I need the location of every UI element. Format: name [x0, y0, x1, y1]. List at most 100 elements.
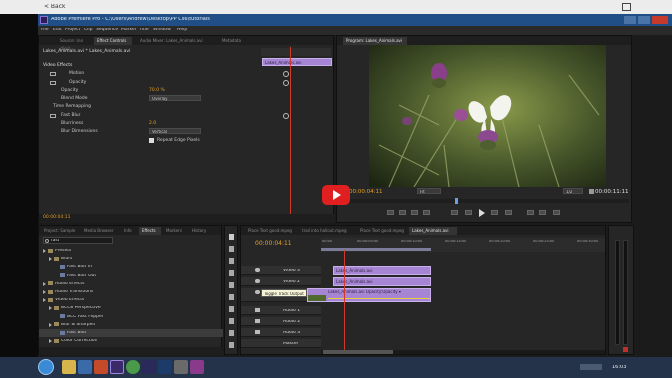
disclosure-triangle-icon[interactable] [49, 339, 52, 344]
tab-sequence-2[interactable]: trail into hallout.mpeg [299, 227, 359, 235]
window-controls[interactable] [624, 16, 668, 24]
menu-clip[interactable]: Clip [84, 28, 93, 33]
pen-tool-icon[interactable] [229, 318, 234, 324]
step-back-frame-icon[interactable] [465, 210, 472, 215]
add-marker-icon[interactable] [387, 210, 394, 215]
time-remapping[interactable]: Time Remapping [53, 104, 91, 110]
disclosure-triangle-icon[interactable] [49, 322, 52, 327]
tab-markers[interactable]: Markers [163, 227, 187, 235]
disclosure-triangle-icon[interactable] [43, 290, 46, 294]
motion-effect[interactable]: Motion [69, 71, 84, 77]
hand-tool-icon[interactable] [229, 330, 234, 336]
program-video-frame[interactable] [369, 45, 606, 187]
program-scrub-bar[interactable] [341, 199, 629, 203]
menu-window[interactable]: Window [153, 28, 171, 33]
fullscreen-icon[interactable] [622, 3, 631, 11]
clip-video-1[interactable]: Lakes_Animals.avi Opacity:Opacity ▾ [307, 288, 431, 302]
go-to-in-icon[interactable] [423, 210, 430, 215]
timeline-playhead[interactable] [344, 250, 345, 352]
tab-metadata[interactable]: Metadata [219, 37, 249, 45]
effect-controls-timecode[interactable]: 00:00:04:11 [43, 215, 70, 221]
slip-tool-icon[interactable] [229, 306, 234, 312]
mini-clip[interactable]: Lakes_Animals.avi [262, 58, 332, 66]
blurriness-value[interactable]: 2.0 [149, 121, 156, 127]
repeat-edge-checkbox[interactable] [149, 138, 154, 143]
wrench-icon[interactable] [589, 189, 594, 194]
tab-sequence-1[interactable]: Place Text good.mpeg [245, 227, 295, 235]
speaker-icon[interactable] [255, 308, 260, 312]
menu-file[interactable]: File [41, 28, 49, 33]
play-icon[interactable] [479, 209, 485, 217]
tab-sequence-4[interactable]: Lakes_Animals.avi [409, 227, 457, 235]
export-frame-icon[interactable] [553, 210, 560, 215]
taskbar-media-icon[interactable] [94, 360, 108, 374]
extract-icon[interactable] [539, 210, 546, 215]
taskbar-app-icon[interactable] [78, 360, 92, 374]
opacity-value[interactable]: 70.0 % [149, 88, 165, 94]
effects-tree-item[interactable]: Audio Effects [39, 280, 223, 288]
taskbar-photoshop-icon[interactable] [158, 360, 172, 374]
back-button[interactable]: < Back [44, 4, 66, 10]
work-area-bar[interactable] [321, 248, 431, 251]
menu-help[interactable]: Help [177, 28, 187, 33]
taskbar-after-effects-icon[interactable] [142, 360, 156, 374]
opacity-effect[interactable]: Opacity [69, 80, 86, 86]
taskbar-app-icon[interactable] [174, 360, 188, 374]
selection-tool-icon[interactable] [229, 234, 234, 240]
taskbar-explorer-icon[interactable] [62, 360, 76, 374]
eye-icon[interactable] [255, 268, 260, 272]
lift-icon[interactable] [527, 210, 534, 215]
tab-program[interactable]: Program: Lakes_Animals.avi [343, 37, 407, 45]
timeline-timecode[interactable]: 00:00:04:11 [255, 241, 292, 247]
video-play-overlay-icon[interactable] [322, 185, 350, 205]
close-icon[interactable] [652, 16, 668, 24]
menu-project[interactable]: Project [65, 28, 80, 33]
track-select-tool-icon[interactable] [229, 246, 234, 252]
effects-tree-item[interactable]: Audio Transitions [39, 288, 223, 296]
step-forward-icon[interactable] [491, 210, 498, 215]
motion-reset-icon[interactable] [283, 71, 289, 77]
program-timecode[interactable]: 00:00:04:11 [349, 189, 383, 196]
rate-stretch-tool-icon[interactable] [229, 282, 234, 288]
ripple-edit-tool-icon[interactable] [229, 258, 234, 264]
tab-project[interactable]: Project: Sample [41, 227, 79, 235]
tray-icons[interactable] [580, 364, 602, 370]
effects-tree-item[interactable]: Fast Blur Out [39, 272, 223, 280]
tab-source[interactable]: Source: (no clips) [57, 37, 91, 51]
step-back-icon[interactable] [451, 210, 458, 215]
maximize-icon[interactable] [638, 16, 650, 24]
resolution-select[interactable]: 1/2 [563, 188, 583, 194]
scroll-thumb[interactable] [323, 350, 393, 354]
fast-blur-effect[interactable]: Fast Blur [61, 113, 81, 119]
disclosure-triangle-icon[interactable] [43, 249, 46, 253]
mark-out-icon[interactable] [411, 210, 418, 215]
speaker-icon[interactable] [255, 319, 260, 323]
eye-icon[interactable] [255, 290, 260, 294]
tab-info[interactable]: Info [121, 227, 137, 235]
timeline-ruler[interactable]: 00:00 00:00:05:00 00:00:10:00 00:00:15:0… [321, 238, 605, 252]
effects-tree-item[interactable]: Video Effects [39, 296, 223, 304]
menu-sequence[interactable]: Sequence [96, 28, 118, 33]
rolling-edit-tool-icon[interactable] [229, 270, 234, 276]
go-to-out-icon[interactable] [505, 210, 512, 215]
disclosure-triangle-icon[interactable] [43, 298, 46, 303]
tab-audio-mixer[interactable]: Audio Mixer: Lakes_Animals.avi [137, 37, 211, 45]
menu-marker[interactable]: Marker [121, 28, 137, 33]
disclosure-triangle-icon[interactable] [49, 257, 52, 262]
clip-video-3[interactable]: Lakes_Animals.avi [333, 266, 431, 275]
effects-tree-item[interactable]: Fast Blur [39, 329, 223, 337]
tab-media-browser[interactable]: Media Browser [81, 227, 119, 235]
speaker-icon[interactable] [255, 330, 260, 334]
opacity-reset-icon[interactable] [283, 80, 289, 86]
blur-dimensions-select[interactable]: Vertical [149, 128, 201, 134]
effects-tree-item[interactable]: BCC Fast Flipper [39, 313, 223, 321]
tab-sequence-3[interactable]: Place Text good.mpeg [357, 227, 407, 235]
effects-tree-item[interactable]: BCC8 Perspective [39, 304, 223, 312]
menu-edit[interactable]: Edit [53, 28, 62, 33]
fit-select[interactable]: Fit [417, 188, 441, 194]
tab-history[interactable]: History [189, 227, 213, 235]
blend-mode-select[interactable]: Overlay [149, 95, 201, 101]
effects-tree-item[interactable]: Fast Blur In [39, 263, 223, 271]
eye-icon[interactable] [255, 279, 260, 283]
program-playhead[interactable] [455, 198, 458, 204]
